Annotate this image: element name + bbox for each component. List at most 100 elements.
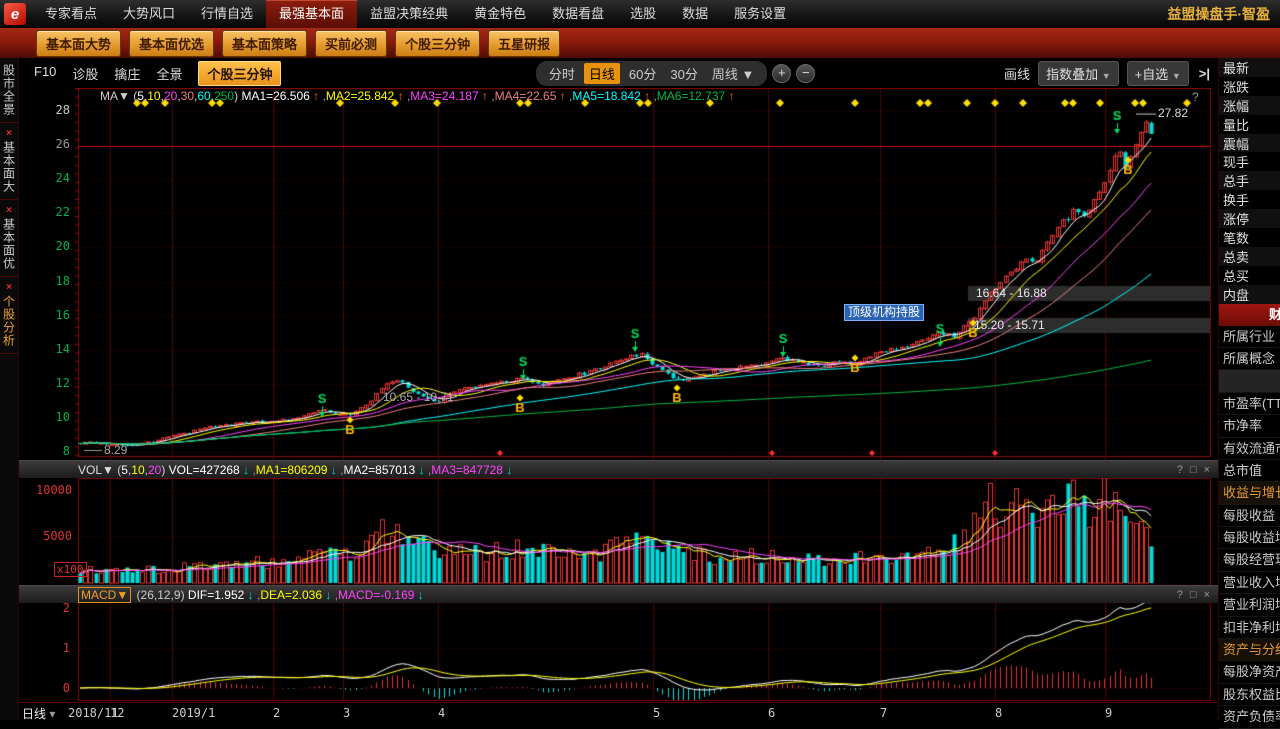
price-axis-label: 14 bbox=[40, 342, 70, 356]
left-tab-3[interactable]: ×个股分析 bbox=[0, 277, 18, 354]
left-tab-0[interactable]: 股市全景 bbox=[0, 58, 18, 123]
restore-icon[interactable]: □ bbox=[1190, 464, 1197, 476]
indicator-value: MA6=12.737 bbox=[657, 89, 725, 103]
close-icon[interactable]: × bbox=[6, 129, 12, 139]
finance-row-14: 资产与分红 bbox=[1219, 639, 1280, 661]
chart-toolbar: F10 诊股擒庄全景 个股三分钟 分时日线60分30分周线 ▼ + − 画线 指数… bbox=[18, 58, 1218, 88]
ribbon-button-0[interactable]: 基本面大势 bbox=[36, 30, 121, 57]
indicator-value: ↑ bbox=[641, 89, 650, 103]
macd-axis-label: 0 bbox=[50, 681, 70, 695]
view-tab-3[interactable]: 全景 bbox=[156, 64, 182, 83]
period-tab-1[interactable]: 日线 bbox=[584, 63, 620, 84]
finance-row-4: 市净率 bbox=[1219, 415, 1280, 437]
price-chart-canvas[interactable] bbox=[18, 88, 1218, 702]
ribbon-button-5[interactable]: 五星研报 bbox=[488, 30, 560, 57]
menu-items: 专家看点大势风口行情自选最强基本面益盟决策经典黄金特色数据看盘选股数据服务设置 bbox=[32, 0, 799, 28]
macd-pane-header[interactable]: MACD▼ (26,12,9) DIF=1.952 ↓ ,DEA=2.036 ↓… bbox=[18, 585, 1218, 603]
indicator-dropdown[interactable]: MACD▼ bbox=[78, 587, 131, 603]
menu-item-3[interactable]: 最强基本面 bbox=[266, 0, 357, 28]
close-icon[interactable]: × bbox=[1204, 464, 1210, 476]
period-group: 分时日线60分30分周线 ▼ bbox=[536, 61, 767, 86]
axis-period-label[interactable]: 日线 ▾ bbox=[22, 705, 55, 722]
indicator-value: 10 bbox=[147, 89, 160, 103]
volume-pane-header[interactable]: VOL▼ (5,10,20) VOL=427268 ↓ ,MA1=806209 … bbox=[18, 460, 1218, 478]
quote-row-4: 震幅 bbox=[1219, 134, 1280, 153]
zoom-in-button[interactable]: + bbox=[772, 64, 791, 83]
indicator-value: 60 bbox=[197, 89, 210, 103]
indicator-value: DIF=1.952 bbox=[188, 588, 244, 602]
menu-item-4[interactable]: 益盟决策经典 bbox=[357, 0, 461, 28]
view-tab-2[interactable]: 擒庄 bbox=[114, 64, 140, 83]
institution-tooltip: 顶级机构持股 bbox=[844, 304, 924, 321]
quote-row-0: 最新 bbox=[1219, 58, 1280, 77]
close-icon[interactable]: × bbox=[6, 206, 12, 216]
indicator-value: 20 bbox=[164, 89, 177, 103]
close-icon[interactable]: × bbox=[1204, 589, 1210, 601]
indicator-value: , bbox=[249, 463, 256, 477]
menu-item-1[interactable]: 大势风口 bbox=[110, 0, 188, 28]
period-tab-3[interactable]: 30分 bbox=[665, 63, 702, 84]
indicator-value: VOL▼ bbox=[78, 463, 117, 477]
indicator-value: MA1=806209 bbox=[256, 463, 328, 477]
menu-item-7[interactable]: 选股 bbox=[617, 0, 669, 28]
indicator-value: MA5=18.842 bbox=[572, 89, 640, 103]
restore-icon[interactable]: □ bbox=[1190, 589, 1197, 601]
sort-arrow-icon: ▾ bbox=[49, 707, 55, 721]
macd-pane-icons: ? □ × bbox=[1177, 589, 1210, 601]
menu-item-5[interactable]: 黄金特色 bbox=[461, 0, 539, 28]
tab-stock-3min[interactable]: 个股三分钟 bbox=[198, 61, 281, 86]
help-icon[interactable]: ? bbox=[1177, 464, 1183, 476]
menu-item-0[interactable]: 专家看点 bbox=[32, 0, 110, 28]
ma-indicator-line[interactable]: MA▼ (5,10,20,30,60,250) MA1=26.506 ↑ ,MA… bbox=[100, 89, 735, 103]
finance-row-2 bbox=[1219, 370, 1280, 392]
x-axis-date: 8 bbox=[995, 706, 1002, 720]
close-icon[interactable]: × bbox=[6, 283, 12, 293]
period-tab-4[interactable]: 周线 ▼ bbox=[707, 63, 759, 84]
finance-row-8: 每股收益 bbox=[1219, 505, 1280, 527]
zoom-out-button[interactable]: − bbox=[796, 64, 815, 83]
help-icon[interactable]: ? bbox=[1177, 589, 1183, 601]
ribbon-button-4[interactable]: 个股三分钟 bbox=[395, 30, 480, 57]
left-tab-label: 基本面优 bbox=[1, 218, 18, 270]
view-tabs: F10 诊股擒庄全景 bbox=[18, 64, 182, 83]
price-axis-label: 28 bbox=[40, 103, 70, 117]
finance-field-list: 所属行业所属概念市盈率(TTM)市净率有效流通市值总市值收益与增长每股收益每股收… bbox=[1219, 326, 1280, 729]
gap-range-label: 16.64 - 16.88 bbox=[976, 286, 1047, 300]
add-watchlist-button[interactable]: +自选 ▼ bbox=[1127, 61, 1189, 86]
view-tab-0[interactable]: F10 bbox=[34, 64, 56, 83]
indicator-value: ↓ bbox=[327, 463, 336, 477]
trading-app-window: { "menubar": { "items": ["专家看点","大势风口","… bbox=[0, 0, 1280, 720]
indicator-value: ↑ bbox=[556, 89, 565, 103]
x-axis-date: 6 bbox=[768, 706, 775, 720]
view-tab-1[interactable]: 诊股 bbox=[72, 64, 98, 83]
help-icon[interactable]: ? bbox=[1192, 90, 1199, 104]
collapse-panel-icon[interactable]: >| bbox=[1199, 66, 1210, 81]
draw-line-button[interactable]: 画线 bbox=[1004, 64, 1030, 83]
quote-row-7: 换手 bbox=[1219, 190, 1280, 209]
gap-range-label: 10.65 - 10.71 bbox=[383, 390, 454, 404]
indicator-value: MA4=22.65 bbox=[495, 89, 557, 103]
left-tab-strip: 股市全景×基本面大×基本面优×个股分析 bbox=[0, 58, 19, 720]
menu-item-9[interactable]: 服务设置 bbox=[721, 0, 799, 28]
period-tab-2[interactable]: 60分 bbox=[624, 63, 661, 84]
left-tab-1[interactable]: ×基本面大 bbox=[0, 123, 18, 200]
left-tab-2[interactable]: × 基本面优 bbox=[0, 200, 18, 277]
x-axis-date: 2019/1 bbox=[172, 706, 215, 720]
right-panel: 最新涨跌涨幅量比震幅现手总手换手涨停笔数总卖总买内盘 财务概况 所属行业所属概念… bbox=[1218, 58, 1280, 720]
menu-item-6[interactable]: 数据看盘 bbox=[539, 0, 617, 28]
menu-item-2[interactable]: 行情自选 bbox=[188, 0, 266, 28]
ribbon-button-2[interactable]: 基本面策略 bbox=[222, 30, 307, 57]
price-axis-label: 24 bbox=[40, 171, 70, 185]
volume-indicator-line: VOL▼ (5,10,20) VOL=427268 ↓ ,MA1=806209 … bbox=[78, 463, 512, 477]
indicator-value: 30 bbox=[181, 89, 194, 103]
menu-item-8[interactable]: 数据 bbox=[669, 0, 721, 28]
indicator-value: ↓ bbox=[503, 463, 512, 477]
period-tab-0[interactable]: 分时 bbox=[544, 63, 580, 84]
quote-row-10: 总卖 bbox=[1219, 247, 1280, 266]
ribbon-button-3[interactable]: 买前必测 bbox=[315, 30, 387, 57]
indicator-value: ↑ bbox=[725, 89, 734, 103]
x-axis-date: 3 bbox=[343, 706, 350, 720]
index-overlay-button[interactable]: 指数叠加 ▼ bbox=[1038, 61, 1119, 86]
ribbon-button-1[interactable]: 基本面优选 bbox=[129, 30, 214, 57]
indicator-value: ) bbox=[161, 463, 168, 477]
